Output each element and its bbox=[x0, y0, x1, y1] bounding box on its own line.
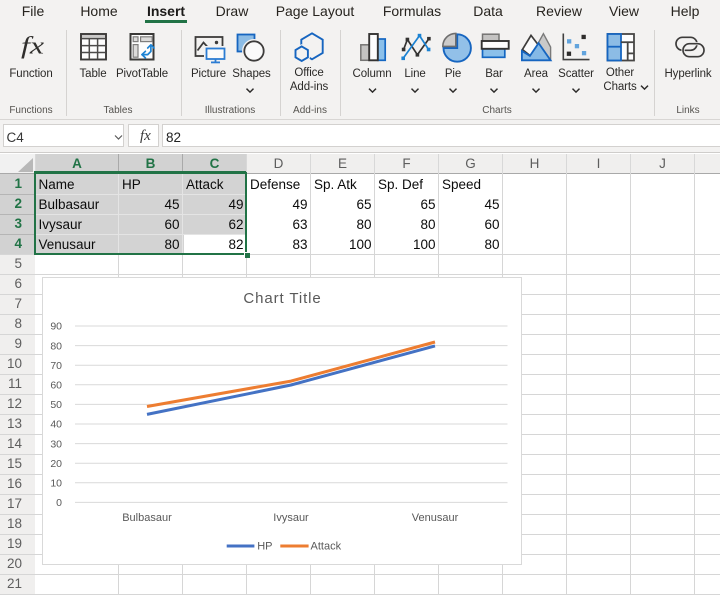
svg-text:40: 40 bbox=[50, 419, 62, 431]
svg-text:fx: fx bbox=[21, 34, 44, 60]
svg-text:50: 50 bbox=[50, 399, 62, 411]
svg-text:30: 30 bbox=[50, 438, 62, 450]
svg-text:HP: HP bbox=[257, 541, 272, 553]
svg-text:0: 0 bbox=[56, 497, 62, 509]
svg-text:Venusaur: Venusaur bbox=[412, 512, 459, 524]
svg-text:90: 90 bbox=[50, 321, 62, 333]
svg-text:20: 20 bbox=[50, 458, 62, 470]
svg-text:Bulbasaur: Bulbasaur bbox=[122, 512, 172, 524]
svg-text:10: 10 bbox=[50, 478, 62, 490]
svg-text:Chart Title: Chart Title bbox=[243, 290, 321, 307]
svg-text:Attack: Attack bbox=[311, 541, 342, 553]
svg-text:80: 80 bbox=[50, 340, 62, 352]
svg-text:70: 70 bbox=[50, 360, 62, 372]
svg-text:60: 60 bbox=[50, 380, 62, 392]
svg-text:Ivysaur: Ivysaur bbox=[273, 512, 309, 524]
